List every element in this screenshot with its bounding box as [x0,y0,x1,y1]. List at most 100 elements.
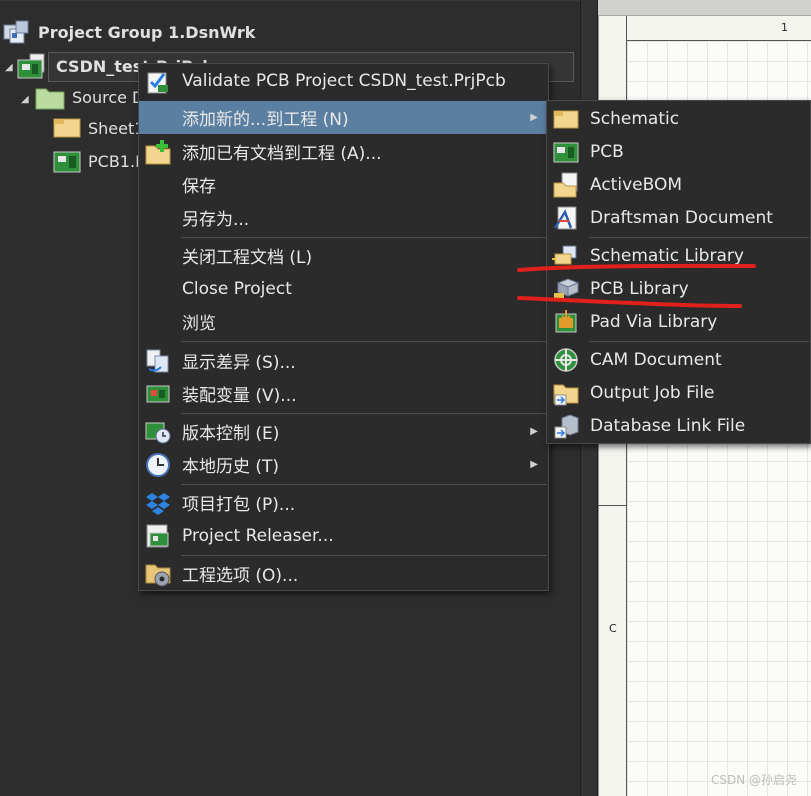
submenu-item-activebom[interactable]: ActiveBOM [547,168,810,201]
menu-item-label: 添加已有文档到工程 (A)... [182,144,382,164]
pcb-icon [553,142,579,163]
submenu-item-label: Output Job File [590,382,715,403]
menu-item-explore[interactable]: 浏览 [139,305,548,338]
version-control-icon [145,422,171,444]
add-new-submenu: Schematic PCB ActiveBOM Draftsman Docume… [546,100,811,444]
submenu-item-label: ActiveBOM [590,174,682,195]
pad-via-library-icon [555,310,577,333]
submenu-item-output-job[interactable]: Output Job File [547,376,810,409]
validate-icon [147,72,168,94]
submenu-item-schematic[interactable]: Schematic [547,102,810,135]
menu-item-variants[interactable]: 装配变量 (V)... [139,377,548,410]
submenu-arrow-icon: ▶ [530,112,538,123]
menu-separator [181,555,547,556]
menu-item-label: 本地历史 (T) [182,457,280,477]
menu-item-pack[interactable]: 项目打包 (P)... [139,486,548,519]
submenu-arrow-icon: ▶ [530,459,538,470]
tree-pcb[interactable]: PCB1.P [52,147,145,175]
submenu-item-label: Schematic [590,108,680,129]
menu-item-label: Validate PCB Project CSDN_test.PrjPcb [182,70,506,91]
sheet-tabbar [598,0,811,16]
menu-separator [181,237,547,238]
submenu-item-label: Database Link File [590,415,746,436]
schematic-document-icon [53,118,81,138]
menu-item-close-project[interactable]: Close Project [139,272,548,305]
menu-item-project-options[interactable]: 工程选项 (O)... [139,557,548,590]
variants-icon [146,385,170,403]
menu-item-label: 关闭工程文档 (L) [182,248,313,268]
menu-item-label: 装配变量 (V)... [182,386,297,406]
menu-item-label: 浏览 [182,314,216,334]
submenu-item-label: Schematic Library [590,245,744,266]
pcb-library-icon [554,278,580,299]
project-context-menu: Validate PCB Project CSDN_test.PrjPcb 添加… [138,63,549,591]
sheet-row-label: C [609,622,617,635]
schematic-library-icon [552,245,577,265]
database-link-icon [554,414,579,439]
menu-separator [589,237,809,238]
submenu-item-label: PCB Library [590,278,689,299]
submenu-item-draftsman[interactable]: Draftsman Document [547,201,810,234]
menu-item-label: 另存为... [182,210,250,230]
options-icon [145,564,171,587]
menu-item-label: 添加新的...到工程 (N) [182,110,349,130]
tree-project-group[interactable]: Project Group 1.DsnWrk [2,18,255,46]
schematic-icon [553,110,579,129]
menu-separator [181,413,547,414]
menu-separator [589,341,809,342]
project-group-icon [3,20,29,44]
submenu-item-database-link[interactable]: Database Link File [547,409,810,442]
collapse-arrow-icon[interactable]: ◢ [21,94,29,105]
diff-icon [146,349,169,373]
submenu-item-label: Pad Via Library [590,311,718,332]
folder-icon [35,88,65,110]
submenu-item-label: CAM Document [590,349,722,370]
draftsman-icon [553,206,577,230]
source-folder-label: Source D [72,87,145,107]
submenu-item-cam[interactable]: CAM Document [547,343,810,376]
output-job-icon [553,384,579,406]
menu-item-label: Project Releaser... [182,525,334,546]
submenu-arrow-icon: ▶ [530,426,538,437]
sheet-column-label: 1 [781,21,788,34]
collapse-arrow-icon[interactable]: ◢ [5,62,13,73]
menu-item-add-existing[interactable]: 添加已有文档到工程 (A)... [139,135,548,168]
history-icon [146,453,170,477]
submenu-item-pcb-library[interactable]: PCB Library [547,272,810,305]
tree-sheet[interactable]: Sheet1 [52,114,144,142]
submenu-item-pad-via-library[interactable]: Pad Via Library [547,305,810,338]
cam-icon [554,348,578,372]
menu-item-save[interactable]: 保存 [139,168,548,201]
menu-item-show-differences[interactable]: 显示差异 (S)... [139,344,548,377]
project-group-label: Project Group 1.DsnWrk [38,22,256,42]
menu-item-label: 工程选项 (O)... [182,566,299,586]
releaser-icon [146,524,169,548]
submenu-item-schematic-library[interactable]: Schematic Library [547,239,810,272]
add-existing-icon [145,140,171,165]
menu-item-save-as[interactable]: 另存为... [139,201,548,234]
submenu-item-label: PCB [590,141,624,162]
submenu-item-pcb[interactable]: PCB [547,135,810,168]
pcb-label: PCB1.P [88,151,145,171]
menu-item-local-history[interactable]: 本地历史 (T) ▶ [139,448,548,481]
pcb-document-icon [53,151,81,173]
menu-item-label: Close Project [182,278,292,299]
menu-separator [181,484,547,485]
menu-item-label: 显示差异 (S)... [182,353,296,373]
tree-source-folder[interactable]: Source D [34,83,144,111]
menu-item-label: 版本控制 (E) [182,424,280,444]
activebom-icon [553,172,578,198]
submenu-item-label: Draftsman Document [590,207,773,228]
watermark: CSDN @孙启尧 [710,773,797,787]
menu-item-project-releaser[interactable]: Project Releaser... [139,519,548,552]
sheet-label: Sheet1 [88,118,145,138]
menu-item-version-control[interactable]: 版本控制 (E) ▶ [139,415,548,448]
pcb-project-icon [17,53,45,79]
menu-item-label: 保存 [182,177,216,197]
menu-item-label: 项目打包 (P)... [182,495,296,515]
menu-item-close-docs[interactable]: 关闭工程文档 (L) [139,239,548,272]
menu-separator [181,341,547,342]
dropbox-icon [146,493,170,515]
menu-item-validate[interactable]: Validate PCB Project CSDN_test.PrjPcb [139,64,548,97]
menu-item-add-new[interactable]: 添加新的...到工程 (N) ▶ [139,101,548,134]
